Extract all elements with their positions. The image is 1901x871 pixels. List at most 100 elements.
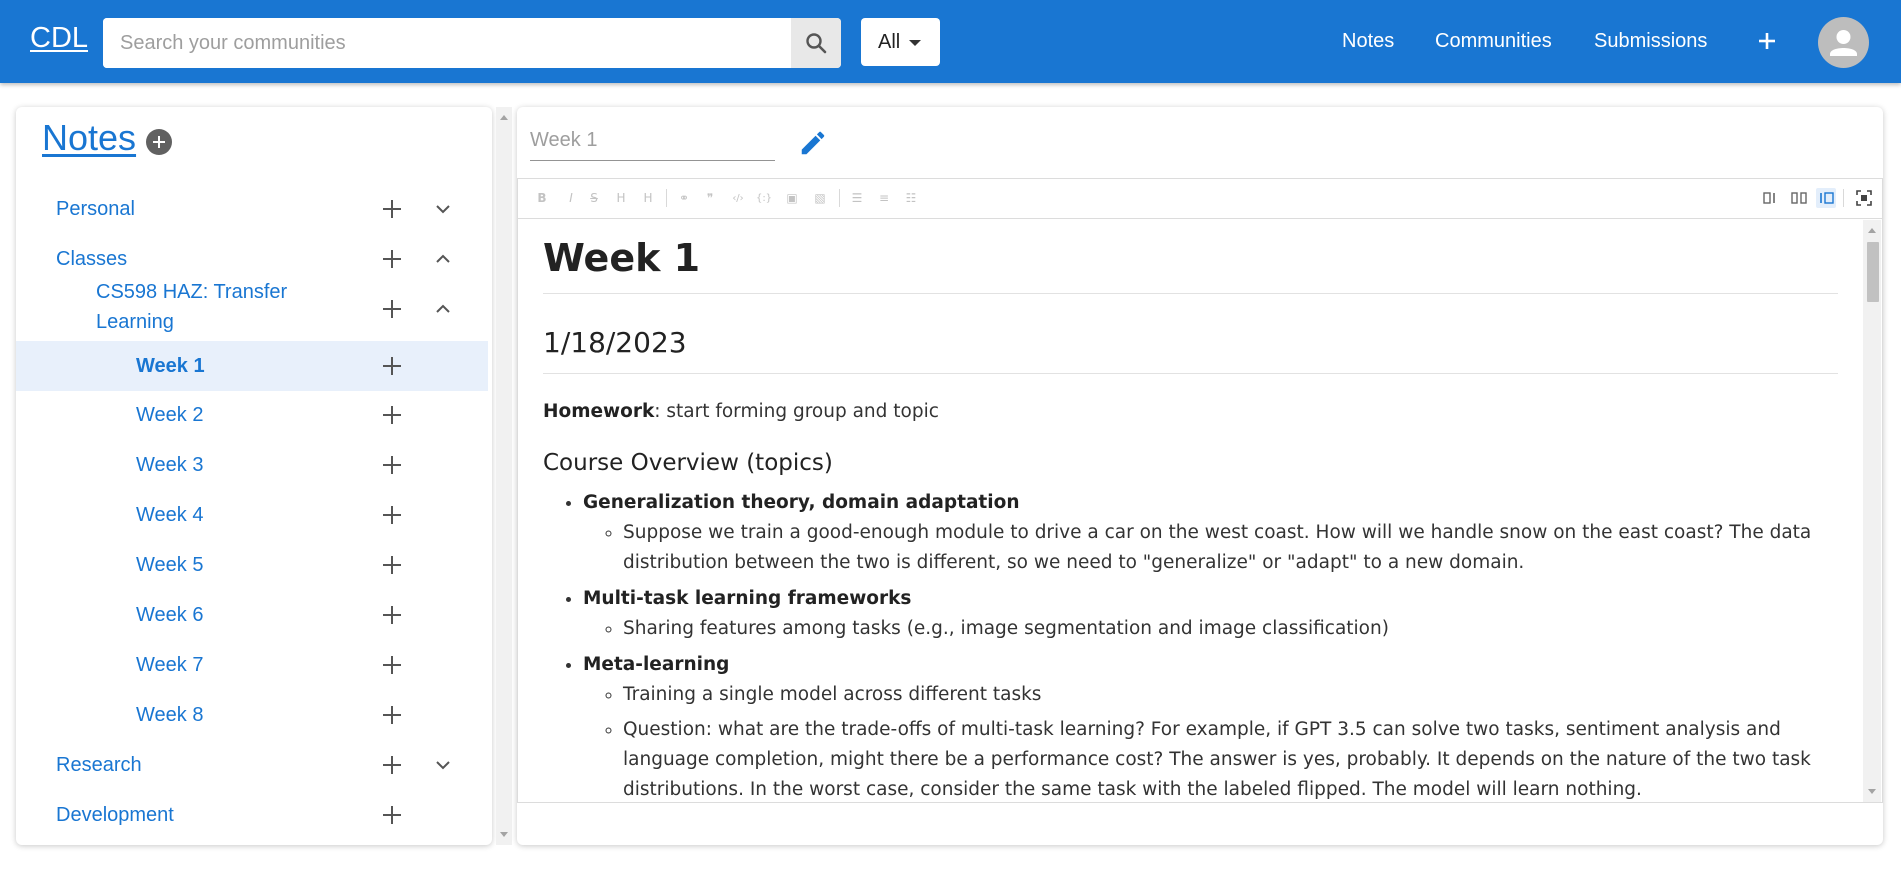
course-overview-heading: Course Overview (topics) (543, 450, 833, 476)
chevron-down-icon[interactable] (434, 756, 452, 774)
fullscreen-icon[interactable] (1854, 188, 1874, 208)
tree-item-label[interactable]: Week 5 (136, 550, 203, 580)
plus-icon[interactable] (381, 404, 403, 426)
nav-notes-link[interactable]: Notes (1342, 30, 1394, 53)
tree-item-label[interactable]: Week 4 (136, 500, 203, 530)
topic-name: Generalization theory, domain adaptation (583, 492, 1020, 513)
comment-icon[interactable]: ▣ (784, 190, 800, 206)
strikethrough-icon[interactable]: S (586, 190, 602, 206)
plus-icon[interactable] (381, 604, 403, 626)
tree-item[interactable]: Week 8 (16, 690, 488, 740)
plus-icon[interactable] (381, 654, 403, 676)
chevron-down-icon[interactable] (434, 200, 452, 218)
tree-item-label[interactable]: Week 7 (136, 650, 203, 680)
ordered-list-icon[interactable]: ≡ (876, 190, 892, 206)
tree-item[interactable]: CS598 HAZ: Transfer Learning (16, 281, 488, 334)
topic-item: Meta-learning Training a single model acr… (583, 650, 1838, 802)
editor-scrollbar[interactable] (1863, 220, 1881, 802)
heading-smaller-icon[interactable]: H (640, 190, 656, 206)
rename-note-button[interactable] (798, 128, 828, 158)
editor-toolbar: B I S H H ⚭ ❞ ‹/› {:} ▣ ▧ ☰ ≡ ☷ (518, 179, 1882, 219)
topic-item: Generalization theory, domain adaptation… (583, 488, 1838, 578)
topic-detail-item: Suppose we train a good-enough module to… (623, 518, 1838, 578)
plus-icon (1759, 33, 1775, 49)
unordered-list-icon[interactable]: ☰ (849, 190, 865, 206)
tree-item[interactable]: Personal (16, 184, 488, 234)
heading-icon[interactable]: H (613, 190, 629, 206)
scroll-down-icon[interactable] (500, 832, 508, 837)
tree-item[interactable]: Week 6 (16, 590, 488, 640)
code-icon[interactable]: ‹/› (730, 190, 746, 206)
sidebar-scrollbar[interactable] (496, 107, 512, 845)
notes-heading-link[interactable]: Notes (42, 117, 136, 159)
tree-item[interactable]: Research (16, 740, 488, 790)
tree-item-label[interactable]: Personal (56, 194, 135, 224)
plus-icon[interactable] (381, 704, 403, 726)
tree-item-label[interactable]: Research (56, 750, 142, 780)
scroll-up-icon[interactable] (1868, 228, 1876, 233)
plus-icon[interactable] (381, 298, 403, 320)
preview-mode-icon[interactable] (1816, 188, 1836, 208)
top-app-bar: CDL All Notes Communities Submissions (0, 0, 1901, 83)
scrollbar-thumb[interactable] (1867, 242, 1879, 302)
tree-item[interactable]: Development (16, 790, 488, 840)
bold-icon[interactable]: B (534, 190, 550, 206)
person-icon (1830, 30, 1857, 56)
plus-icon[interactable] (381, 454, 403, 476)
image-icon[interactable]: ▧ (812, 190, 828, 206)
homework-text: : start forming group and topic (654, 401, 939, 422)
tree-item-label[interactable]: Week 6 (136, 600, 203, 630)
code-block-icon[interactable]: {:} (756, 190, 772, 206)
tree-item[interactable]: Week 7 (16, 640, 488, 690)
chevron-up-icon[interactable] (434, 300, 452, 318)
tree-item-label[interactable]: Development (56, 800, 174, 830)
tree-item-label[interactable]: Classes (56, 244, 127, 274)
tree-item[interactable]: Week 1 (16, 341, 488, 391)
search-input[interactable] (103, 18, 791, 68)
markdown-editor: B I S H H ⚭ ❞ ‹/› {:} ▣ ▧ ☰ ≡ ☷ Week 1 1/18/2023 Home… (517, 178, 1883, 803)
toolbar-divider (666, 189, 667, 207)
plus-icon[interactable] (381, 504, 403, 526)
community-filter-select[interactable]: All (861, 18, 940, 66)
tree-item-label[interactable]: Week 3 (136, 450, 203, 480)
brand-logo-link[interactable]: CDL (30, 22, 88, 55)
plus-icon[interactable] (381, 804, 403, 826)
editor-preview[interactable]: Week 1 1/18/2023 Homework: start forming… (518, 220, 1863, 802)
edit-mode-icon[interactable] (1761, 188, 1781, 208)
plus-icon[interactable] (381, 355, 403, 377)
nav-communities-link[interactable]: Communities (1435, 30, 1552, 53)
chevron-up-icon[interactable] (434, 250, 452, 268)
scroll-down-icon[interactable] (1868, 789, 1876, 794)
tree-item[interactable]: Week 4 (16, 490, 488, 540)
add-notebook-icon[interactable] (146, 129, 172, 155)
tree-item-label[interactable]: Week 8 (136, 700, 203, 730)
topic-detail-item: Question: what are the trade-offs of mul… (623, 715, 1838, 802)
search-box (103, 18, 841, 68)
plus-icon[interactable] (381, 554, 403, 576)
tree-item-label[interactable]: Week 2 (136, 400, 203, 430)
nav-submissions-link[interactable]: Submissions (1594, 30, 1707, 53)
note-title-input[interactable] (530, 121, 775, 161)
tree-item[interactable]: Week 3 (16, 440, 488, 490)
plus-icon[interactable] (381, 754, 403, 776)
tree-item[interactable]: Week 5 (16, 540, 488, 590)
plus-icon[interactable] (381, 248, 403, 270)
topic-details-list: Training a single model across different… (583, 680, 1838, 802)
topic-details-list: Sharing features among tasks (e.g., imag… (583, 614, 1838, 644)
plus-icon[interactable] (381, 198, 403, 220)
topic-name: Multi-task learning frameworks (583, 588, 912, 609)
search-button[interactable] (791, 18, 841, 68)
tree-item-label[interactable]: Week 1 (136, 351, 205, 381)
homework-paragraph: Homework: start forming group and topic (543, 398, 1838, 426)
split-mode-icon[interactable] (1789, 188, 1809, 208)
add-button[interactable] (1752, 26, 1782, 56)
tree-item-label[interactable]: CS598 HAZ: Transfer Learning (96, 277, 326, 337)
scroll-up-icon[interactable] (500, 115, 508, 120)
link-icon[interactable]: ⚭ (676, 190, 692, 206)
task-list-icon[interactable]: ☷ (903, 190, 919, 206)
quote-icon[interactable]: ❞ (702, 190, 718, 206)
tree-item[interactable]: Week 2 (16, 390, 488, 440)
user-avatar-button[interactable] (1818, 17, 1869, 68)
pencil-icon (801, 131, 825, 155)
italic-icon[interactable]: I (563, 190, 579, 206)
